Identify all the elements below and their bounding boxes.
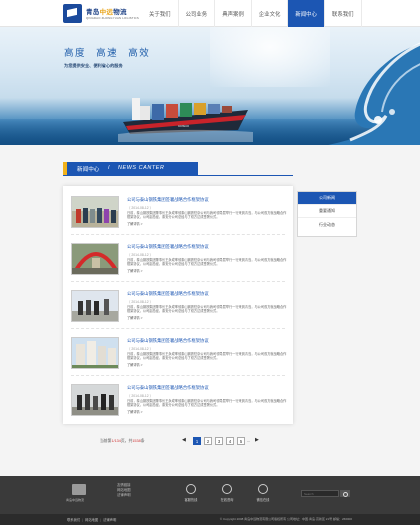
search-input[interactable] bbox=[301, 490, 339, 497]
svg-text:COSCO: COSCO bbox=[178, 124, 190, 128]
footer-logo-text: 青岛中远物流 bbox=[66, 498, 85, 502]
page-button-2[interactable]: 2 bbox=[204, 437, 212, 445]
section-title: 新闻中心 bbox=[77, 167, 100, 173]
news-thumbnail[interactable] bbox=[71, 337, 119, 369]
pagination: 当前第1/134页，共1538条 ◀ 1 2 3 4 5 ... ▶ bbox=[100, 437, 300, 446]
nav-item-cases[interactable]: 典声案例 bbox=[215, 0, 252, 27]
footer-hotline[interactable]: 客服热线 bbox=[176, 484, 206, 506]
list-item: 公司与泰山钢铁集团签署战略合作框架协议 （ 2014-08-12 ） 日前，泰山… bbox=[71, 190, 287, 230]
bottom-links: 联系我们 | 网站地图 | 法律声明 bbox=[67, 518, 117, 522]
news-description: 日前，泰山钢铁集团董事长王永成率领泰山钢铁驻京公司与我司领导层举行一行来到青岛，… bbox=[127, 305, 287, 314]
phone-icon bbox=[186, 484, 196, 494]
logo-text: 青岛中远物流 bbox=[86, 9, 127, 16]
news-date: （ 2014-08-12 ） bbox=[127, 253, 154, 257]
news-description: 日前，泰山钢铁集团董事长王永成率领泰山钢铁驻京公司与我司领导层举行一行来到青岛，… bbox=[127, 211, 287, 220]
hero-banner: COSCO 高度 高速 高效 为您提供安全、便利省心的服务 bbox=[0, 27, 420, 145]
page: 青岛中远物流 QINGDAO ZHONGYUAN LOGISTICS 关于我们 … bbox=[0, 0, 420, 525]
news-title[interactable]: 公司与泰山钢铁集团签署战略合作框架协议 bbox=[127, 244, 209, 250]
news-thumbnail[interactable] bbox=[71, 384, 119, 416]
footer-logo[interactable]: 青岛中远物流 bbox=[66, 484, 92, 504]
search-button[interactable] bbox=[340, 490, 350, 497]
section-separator: / bbox=[108, 165, 110, 171]
workers-photo-image bbox=[72, 291, 118, 321]
bottom-link-sitemap[interactable]: 网站地图 bbox=[85, 518, 98, 522]
list-item: 公司与泰山钢铁集团签署战略合作框架协议 （ 2014-08-12 ） 日前，泰山… bbox=[71, 378, 287, 418]
side-item-notices[interactable]: 重要通知 bbox=[298, 205, 356, 218]
news-date: （ 2014-08-12 ） bbox=[127, 347, 154, 351]
news-thumbnail[interactable] bbox=[71, 243, 119, 275]
footer-link-legal[interactable]: 法律声明 bbox=[117, 493, 131, 498]
divider bbox=[71, 281, 285, 282]
news-title[interactable]: 公司与泰山钢铁集团签署战略合作框架协议 bbox=[127, 385, 209, 391]
prev-page-button[interactable]: ◀ bbox=[182, 437, 186, 443]
news-thumbnail[interactable] bbox=[71, 290, 119, 322]
visit-photo-image bbox=[72, 385, 118, 415]
news-description: 日前，泰山钢铁集团董事长王永成率领泰山钢铁驻京公司与我司领导层举行一行来到青岛，… bbox=[127, 258, 287, 267]
page-button-4[interactable]: 4 bbox=[226, 437, 234, 445]
list-item: 公司与泰山钢铁集团签署战略合作框架协议 （ 2014-08-12 ） 日前，泰山… bbox=[71, 237, 287, 277]
news-title[interactable]: 公司与泰山钢铁集团签署战略合作框架协议 bbox=[127, 291, 209, 297]
divider bbox=[71, 375, 285, 376]
news-thumbnail[interactable] bbox=[71, 196, 119, 228]
read-more-link[interactable]: 了解详情 > bbox=[127, 221, 143, 226]
buildings-photo-image bbox=[72, 338, 118, 368]
page-button-1[interactable]: 1 bbox=[193, 437, 201, 445]
news-title[interactable]: 公司与泰山钢铁集团签署战略合作框架协议 bbox=[127, 338, 209, 344]
news-category-menu: 公司新闻 重要通知 行业动态 bbox=[297, 191, 357, 237]
bottom-bar: 联系我们 | 网站地图 | 法律声明 © Copyright 2008 青岛中远物流有限… bbox=[0, 514, 420, 525]
news-date: （ 2014-08-12 ） bbox=[127, 206, 154, 210]
divider bbox=[71, 234, 285, 235]
section-underline bbox=[63, 175, 293, 176]
group-photo-image bbox=[72, 197, 118, 227]
globe-icon bbox=[222, 484, 232, 494]
nav-item-news[interactable]: 新闻中心 bbox=[288, 0, 325, 27]
footer-wechat[interactable]: 微信在线 bbox=[248, 484, 278, 506]
banner-subline: 为您提供安全、便利省心的服务 bbox=[64, 63, 123, 68]
ceremony-photo-image bbox=[72, 244, 118, 274]
header: 青岛中远物流 QINGDAO ZHONGYUAN LOGISTICS 关于我们 … bbox=[0, 0, 420, 27]
footer: 青岛中远物流 友情链接 网站地图 法律声明 客服热线 在线咨询 微信在线 bbox=[0, 476, 420, 514]
wave-graphic bbox=[328, 42, 420, 145]
page-button-3[interactable]: 3 bbox=[215, 437, 223, 445]
pagination-info: 当前第1/134页，共1538条 bbox=[100, 439, 145, 443]
nav-item-contact[interactable]: 联系我们 bbox=[325, 0, 362, 27]
news-section-header: 新闻中心 / NEWS CANTER bbox=[63, 162, 198, 176]
divider bbox=[71, 328, 285, 329]
news-list: 公司与泰山钢铁集团签署战略合作框架协议 （ 2014-08-12 ） 日前，泰山… bbox=[63, 186, 293, 424]
nav-item-culture[interactable]: 企业文化 bbox=[252, 0, 289, 27]
side-item-company-news[interactable]: 公司新闻 bbox=[298, 192, 356, 205]
side-item-industry[interactable]: 行业动态 bbox=[298, 218, 356, 231]
banner-headline: 高度 高速 高效 bbox=[64, 48, 151, 59]
read-more-link[interactable]: 了解详情 > bbox=[127, 315, 143, 320]
bottom-link-legal[interactable]: 法律声明 bbox=[103, 518, 116, 522]
list-item: 公司与泰山钢铁集团签署战略合作框架协议 （ 2014-08-12 ） 日前，泰山… bbox=[71, 331, 287, 371]
section-title-en: NEWS CANTER bbox=[118, 165, 165, 171]
pagination-ellipsis: ... bbox=[247, 438, 251, 443]
page-button-5[interactable]: 5 bbox=[237, 437, 245, 445]
flag-logo-icon bbox=[72, 484, 86, 495]
read-more-link[interactable]: 了解详情 > bbox=[127, 362, 143, 367]
read-more-link[interactable]: 了解详情 > bbox=[127, 268, 143, 273]
footer-consult[interactable]: 在线咨询 bbox=[212, 484, 242, 506]
footer-links: 友情链接 网站地图 法律声明 bbox=[117, 483, 131, 498]
news-description: 日前，泰山钢铁集团董事长王永成率领泰山钢铁驻京公司与我司领导层举行一行来到青岛，… bbox=[127, 352, 287, 361]
main-nav: 关于我们 公司业务 典声案例 企业文化 新闻中心 联系我们 bbox=[142, 0, 362, 27]
container-ship-graphic: COSCO bbox=[118, 98, 253, 142]
news-date: （ 2014-08-12 ） bbox=[127, 394, 154, 398]
news-date: （ 2014-08-12 ） bbox=[127, 300, 154, 304]
news-description: 日前，泰山钢铁集团董事长王永成率领泰山钢铁驻京公司与我司领导层举行一行来到青岛，… bbox=[127, 399, 287, 408]
bottom-link-contact[interactable]: 联系我们 bbox=[67, 518, 80, 522]
flag-logo-icon bbox=[63, 4, 82, 23]
nav-item-about[interactable]: 关于我们 bbox=[142, 0, 179, 27]
next-page-button[interactable]: ▶ bbox=[255, 437, 259, 443]
list-item: 公司与泰山钢铁集团签署战略合作框架协议 （ 2014-08-12 ） 日前，泰山… bbox=[71, 284, 287, 324]
logo[interactable]: 青岛中远物流 QINGDAO ZHONGYUAN LOGISTICS bbox=[63, 4, 139, 24]
news-title[interactable]: 公司与泰山钢铁集团签署战略合作框架协议 bbox=[127, 197, 209, 203]
logo-subtext: QINGDAO ZHONGYUAN LOGISTICS bbox=[86, 16, 139, 20]
read-more-link[interactable]: 了解详情 > bbox=[127, 409, 143, 414]
nav-item-business[interactable]: 公司业务 bbox=[179, 0, 216, 27]
copyright-text: © Copyright 2008 青岛中远物流有限公司版权所有 公司地址：中国·… bbox=[219, 517, 352, 521]
chat-icon bbox=[258, 484, 268, 494]
